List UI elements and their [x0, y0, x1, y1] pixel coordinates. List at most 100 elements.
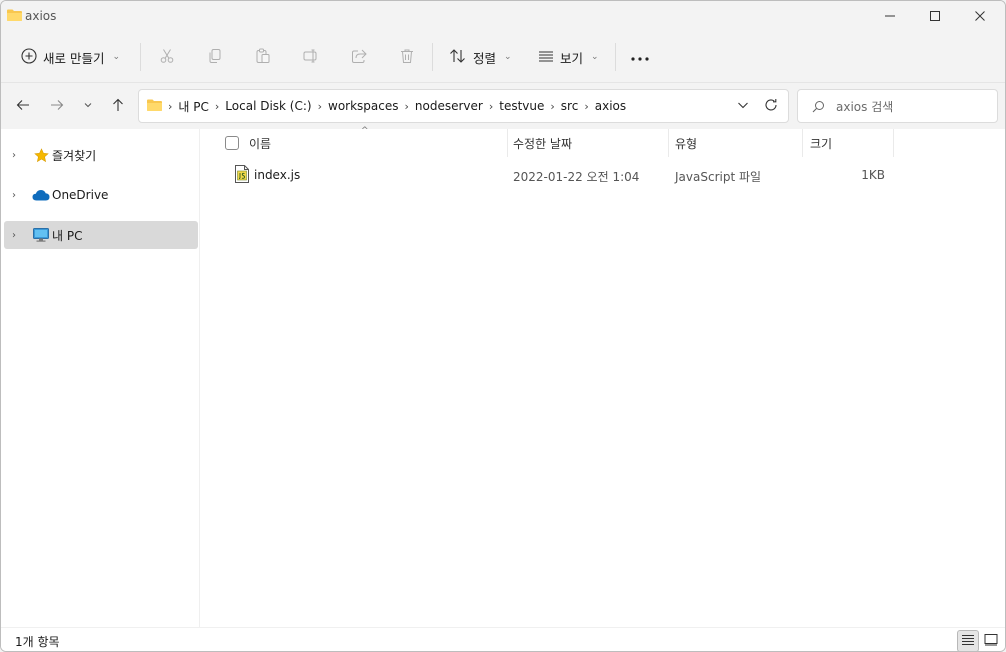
- preview-view-icon: [984, 633, 998, 649]
- status-bar: 1개 항목: [1, 627, 1005, 651]
- breadcrumb-item-nodeserver[interactable]: nodeserver: [415, 99, 483, 113]
- column-divider[interactable]: [802, 129, 803, 157]
- plus-circle-icon: [21, 47, 37, 67]
- item-count: 1개 항목: [15, 635, 60, 649]
- delete-button[interactable]: [399, 43, 415, 71]
- column-header-modified[interactable]: 수정한 날짜: [513, 135, 572, 152]
- up-button[interactable]: [107, 95, 129, 117]
- column-header-name[interactable]: 이름: [249, 135, 271, 152]
- details-view-button[interactable]: [957, 630, 979, 651]
- folder-icon: [147, 99, 162, 114]
- window-title: axios: [25, 9, 57, 23]
- view-button[interactable]: 보기 ⌄: [538, 43, 599, 71]
- breadcrumb-item-testvue[interactable]: testvue: [499, 99, 544, 113]
- view-button-label: 보기: [560, 50, 584, 66]
- chevron-right-icon[interactable]: ›: [12, 150, 26, 161]
- breadcrumb-item-local-disk[interactable]: Local Disk (C:): [225, 99, 311, 113]
- column-divider[interactable]: [668, 129, 669, 157]
- rename-button[interactable]: [303, 43, 319, 71]
- share-button[interactable]: [351, 43, 367, 71]
- column-header-type[interactable]: 유형: [675, 135, 697, 152]
- new-button-label: 새로 만들기: [43, 50, 105, 66]
- sidebar-item-label: OneDrive: [52, 188, 109, 202]
- close-button[interactable]: [957, 1, 1003, 31]
- share-icon: [351, 48, 367, 67]
- title-bar: axios: [1, 1, 1005, 31]
- file-modified: 2022-01-22 오전 1:04: [513, 170, 640, 184]
- cloud-icon: [32, 187, 50, 203]
- chevron-right-icon[interactable]: ›: [550, 100, 554, 113]
- more-options-button[interactable]: [631, 43, 649, 71]
- folder-icon: [7, 9, 22, 21]
- copy-icon: [207, 48, 223, 67]
- chevron-right-icon[interactable]: ›: [318, 100, 322, 113]
- chevron-right-icon[interactable]: ›: [405, 100, 409, 113]
- file-type: JavaScript 파일: [675, 170, 762, 184]
- javascript-file-icon: [235, 165, 249, 186]
- chevron-right-icon[interactable]: ›: [12, 230, 26, 241]
- breadcrumb-item-src[interactable]: src: [561, 99, 579, 113]
- arrow-up-icon: [111, 98, 125, 115]
- breadcrumb: › 내 PC › Local Disk (C:) › workspaces › …: [147, 90, 626, 122]
- chevron-down-icon: ⌄: [591, 52, 599, 62]
- star-icon: [32, 147, 50, 163]
- cut-button[interactable]: [159, 43, 175, 71]
- view-list-icon: [538, 48, 554, 67]
- chevron-down-icon: ⌄: [112, 52, 121, 62]
- refresh-icon[interactable]: [764, 98, 778, 115]
- computer-icon: [32, 227, 50, 243]
- select-all-checkbox[interactable]: [225, 136, 239, 150]
- chevron-right-icon: ›: [168, 99, 173, 113]
- chevron-right-icon[interactable]: ›: [489, 100, 493, 113]
- sort-icon: [449, 48, 467, 67]
- sort-button[interactable]: 정렬 ⌄: [449, 43, 512, 71]
- minimize-button[interactable]: [867, 1, 913, 31]
- scissors-icon: [159, 48, 175, 67]
- sort-button-label: 정렬: [473, 50, 497, 66]
- chevron-down-icon: [83, 99, 93, 113]
- sidebar-item-onedrive[interactable]: › OneDrive: [4, 181, 198, 209]
- search-input[interactable]: [836, 98, 986, 116]
- navigation-pane: › 즐겨찾기 › OneDrive › 내 PC: [1, 129, 200, 627]
- address-history-dropdown[interactable]: [736, 98, 750, 115]
- back-button[interactable]: [12, 95, 34, 117]
- sidebar-item-label: 즐겨찾기: [52, 148, 97, 163]
- file-list: ^ 이름 수정한 날짜 유형 크기 index.js 2022-01-22 오전…: [201, 126, 1005, 627]
- address-bar[interactable]: › 내 PC › Local Disk (C:) › workspaces › …: [138, 89, 789, 123]
- arrow-left-icon: [16, 98, 30, 115]
- chevron-right-icon[interactable]: ›: [584, 100, 588, 113]
- clipboard-icon: [255, 48, 271, 67]
- file-name: index.js: [254, 168, 301, 182]
- forward-button[interactable]: [46, 95, 68, 117]
- sort-ascending-icon: ^: [361, 126, 369, 136]
- breadcrumb-item-this-pc[interactable]: 내 PC: [178, 98, 208, 115]
- column-divider[interactable]: [893, 129, 894, 157]
- recent-locations-button[interactable]: [77, 95, 99, 117]
- new-button[interactable]: 새로 만들기 ⌄: [21, 43, 120, 71]
- chevron-right-icon[interactable]: ›: [12, 190, 26, 201]
- sidebar-item-label: 내 PC: [52, 228, 83, 243]
- toolbar-divider: [140, 43, 141, 71]
- column-divider[interactable]: [507, 129, 508, 157]
- breadcrumb-item-workspaces[interactable]: workspaces: [328, 99, 399, 113]
- rename-icon: [303, 48, 319, 67]
- chevron-down-icon: ⌄: [504, 52, 512, 62]
- more-icon: [631, 50, 649, 64]
- preview-view-button[interactable]: [980, 630, 1002, 651]
- sidebar-item-this-pc[interactable]: › 내 PC: [4, 221, 198, 249]
- file-size: 1KB: [861, 168, 885, 182]
- arrow-right-icon: [50, 98, 64, 115]
- copy-button[interactable]: [207, 43, 223, 71]
- paste-button[interactable]: [255, 43, 271, 71]
- table-row[interactable]: index.js 2022-01-22 오전 1:04 JavaScript 파…: [229, 163, 899, 189]
- column-header-size[interactable]: 크기: [810, 135, 832, 152]
- search-box[interactable]: [797, 89, 998, 123]
- sidebar-item-favorites[interactable]: › 즐겨찾기: [4, 141, 198, 169]
- trash-icon: [399, 48, 415, 67]
- maximize-button[interactable]: [912, 1, 958, 31]
- chevron-right-icon[interactable]: ›: [215, 100, 219, 113]
- breadcrumb-item-axios[interactable]: axios: [595, 99, 626, 113]
- toolbar-divider: [432, 43, 433, 71]
- column-header-row: ^ 이름 수정한 날짜 유형 크기: [201, 126, 1005, 157]
- address-row: › 내 PC › Local Disk (C:) › workspaces › …: [1, 83, 1005, 129]
